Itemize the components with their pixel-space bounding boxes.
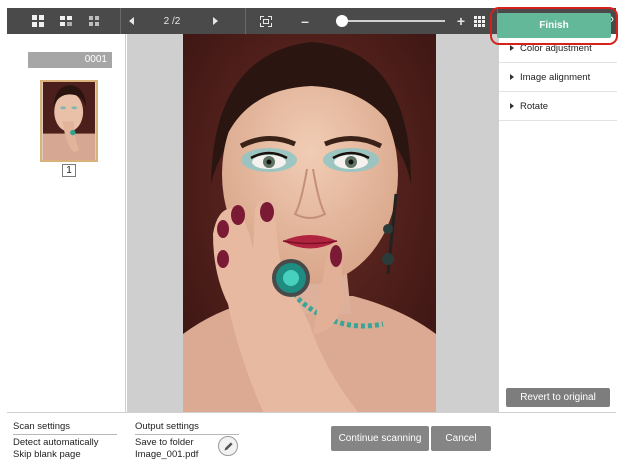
portrait-photo (183, 34, 436, 412)
finish-button[interactable]: Finish (497, 13, 611, 38)
page-thumbnail[interactable] (40, 80, 98, 162)
zoom-slider-thumb[interactable] (336, 15, 348, 27)
revert-to-original-button[interactable]: Revert to original (506, 388, 610, 407)
thumbnail-image (42, 82, 96, 160)
scan-settings-divider (13, 434, 117, 435)
page-number-label: 0001 (28, 52, 112, 68)
caret-right-icon (510, 74, 514, 80)
edit-panel: Color adjustment Image alignment Rotate … (498, 34, 617, 412)
zoom-out-button[interactable]: – (297, 8, 313, 34)
edit-item-label: Rotate (520, 100, 548, 112)
zoom-slider-track[interactable] (341, 20, 445, 22)
edit-item-label: Image alignment (520, 71, 591, 83)
cancel-button[interactable]: Cancel (431, 426, 491, 451)
output-setting-save: Save to folder (135, 437, 194, 448)
caret-right-icon (510, 103, 514, 109)
scan-setting-detect: Detect automatically (13, 437, 99, 448)
grid-view-medium-icon[interactable] (55, 8, 77, 34)
edit-output-settings-button[interactable] (218, 436, 238, 456)
caret-right-icon (510, 45, 514, 51)
fit-to-window-icon (260, 15, 272, 27)
minus-icon: – (301, 13, 309, 29)
scan-setting-skip-blank: Skip blank page (13, 449, 81, 460)
plus-icon: + (456, 13, 466, 29)
next-page-button[interactable] (207, 8, 223, 34)
previous-page-button[interactable] (123, 8, 139, 34)
triangle-right-icon (212, 17, 218, 25)
thumbnail-panel: 0001 1 (7, 34, 126, 412)
rotate-item[interactable]: Rotate (499, 92, 617, 121)
image-alignment-item[interactable]: Image alignment (499, 63, 617, 92)
zoom-in-button[interactable]: + (453, 8, 469, 34)
scan-settings-heading: Scan settings (13, 421, 71, 432)
continue-scanning-button[interactable]: Continue scanning (331, 426, 429, 451)
grid-view-small-icon[interactable] (83, 8, 105, 34)
page-indicator: 2 /2 (157, 8, 187, 34)
preview-area[interactable] (127, 34, 498, 412)
thumbnail-page-number: 1 (62, 164, 76, 177)
scanned-image (183, 34, 436, 412)
triangle-left-icon (128, 17, 134, 25)
toolbar-separator (120, 8, 121, 34)
fit-to-window-button[interactable] (256, 8, 276, 34)
thumbnail-view-button[interactable] (470, 8, 488, 34)
bottom-bar: Scan settings Detect automatically Skip … (7, 412, 616, 460)
page-indicator-text: 2 /2 (163, 15, 181, 27)
toolbar-separator (245, 8, 246, 34)
grid-view-large-icon[interactable] (27, 8, 49, 34)
output-setting-filename: Image_001.pdf (135, 449, 199, 460)
output-settings-heading: Output settings (135, 421, 199, 432)
output-settings-divider (135, 434, 239, 435)
pencil-icon (224, 441, 233, 450)
grid-icon (473, 15, 485, 27)
